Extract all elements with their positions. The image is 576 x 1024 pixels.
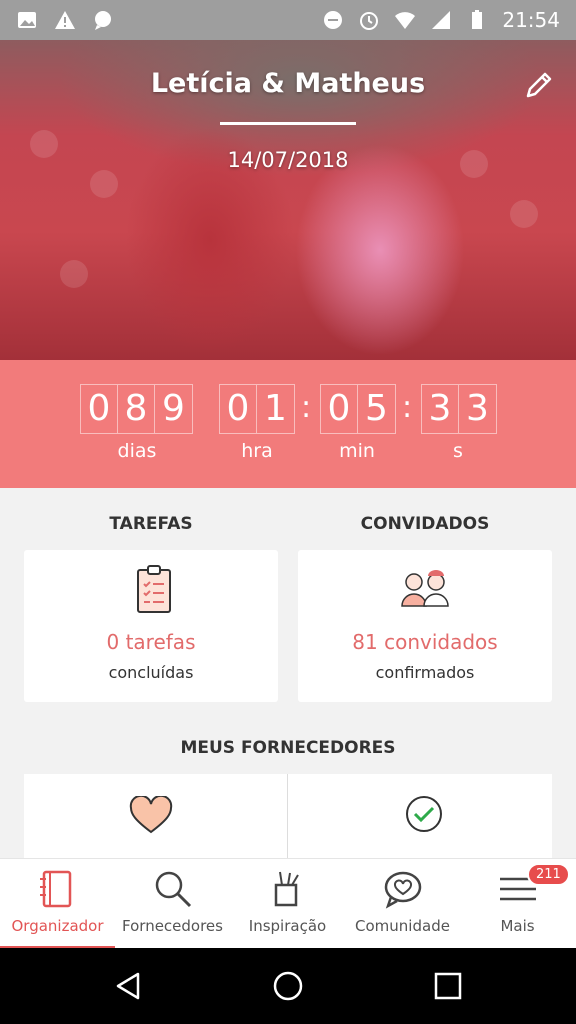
warning-icon xyxy=(55,11,75,29)
home-icon[interactable] xyxy=(272,970,304,1002)
minutes-label: min xyxy=(339,440,375,462)
alarm-icon xyxy=(360,12,379,30)
seconds-label: s xyxy=(453,440,463,462)
tab-inspiration[interactable]: Inspiração xyxy=(230,859,345,949)
tasks-title: TAREFAS xyxy=(109,514,193,534)
hours-digits: 0 1 xyxy=(219,384,295,434)
tab-label: Inspiração xyxy=(248,917,327,935)
title-underline xyxy=(220,122,356,125)
guests-icon xyxy=(401,570,449,607)
couple-names: Letícia & Matheus xyxy=(150,68,426,99)
suppliers-card xyxy=(24,774,552,860)
tab-label: Mais xyxy=(500,917,535,935)
tasks-count: 0 tarefas xyxy=(106,630,196,654)
guests-card[interactable]: 81 convidados confirmados xyxy=(298,550,552,702)
time-separator: : xyxy=(301,390,312,425)
bottom-tab-bar: Organizador Fornecedores Inspiração Comu… xyxy=(0,858,576,949)
chat-bubble-icon xyxy=(95,11,111,30)
status-bar: 21:54 xyxy=(0,0,576,40)
gallery-icon xyxy=(18,12,36,28)
tasks-status: concluídas xyxy=(108,663,194,682)
hours-digit: 0 xyxy=(220,385,257,433)
tab-label: Fornecedores xyxy=(122,917,223,935)
wedding-countdown: 0 8 9 0 1 : 0 5 : 3 3 dias hra min s xyxy=(0,360,576,488)
edit-icon[interactable] xyxy=(522,68,556,102)
minutes-digits: 0 5 xyxy=(320,384,396,434)
days-digit: 0 xyxy=(81,385,118,433)
days-digit: 8 xyxy=(118,385,155,433)
minutes-digit: 0 xyxy=(321,385,358,433)
time-separator: : xyxy=(402,390,413,425)
heart-icon[interactable] xyxy=(129,796,173,836)
seconds-digit: 3 xyxy=(466,388,489,429)
tab-community[interactable]: Comunidade xyxy=(345,859,460,949)
seconds-digit: 3 xyxy=(422,385,459,433)
guests-title: CONVIDADOS xyxy=(360,514,490,534)
days-digit: 9 xyxy=(162,388,185,429)
signal-icon xyxy=(432,11,451,29)
checklist-icon xyxy=(137,565,171,613)
system-navigation-bar xyxy=(0,948,576,1024)
seconds-digits: 3 3 xyxy=(421,384,497,434)
couple-photo-header: Letícia & Matheus 14/07/2018 xyxy=(0,40,576,360)
recents-icon[interactable] xyxy=(432,970,464,1002)
back-icon[interactable] xyxy=(112,970,144,1002)
guests-status: confirmados xyxy=(375,663,475,682)
wedding-date: 14/07/2018 xyxy=(227,148,349,172)
wifi-icon xyxy=(395,12,416,29)
hours-digit: 1 xyxy=(264,388,287,429)
hours-label: hra xyxy=(241,440,273,462)
notification-badge: 211 xyxy=(527,863,570,886)
battery-icon xyxy=(472,10,483,29)
check-circle-icon[interactable] xyxy=(404,794,444,834)
days-digits: 0 8 9 xyxy=(80,384,193,434)
suppliers-title: MEUS FORNECEDORES xyxy=(180,738,396,758)
tab-suppliers[interactable]: Fornecedores xyxy=(115,859,230,949)
guests-count: 81 convidados xyxy=(352,630,498,654)
divider xyxy=(287,774,288,860)
pencil-cup-icon xyxy=(274,871,299,907)
tasks-card[interactable]: 0 tarefas concluídas xyxy=(24,550,278,702)
minutes-digit: 5 xyxy=(365,388,388,429)
search-icon xyxy=(155,871,192,908)
tab-label: Comunidade xyxy=(355,917,450,935)
notebook-icon xyxy=(40,870,72,908)
dnd-icon xyxy=(324,11,343,29)
tab-organizer[interactable]: Organizador xyxy=(0,859,115,949)
days-label: dias xyxy=(117,440,157,462)
status-time: 21:54 xyxy=(502,8,560,32)
chat-heart-icon xyxy=(384,871,422,909)
tab-label: Organizador xyxy=(11,917,104,935)
